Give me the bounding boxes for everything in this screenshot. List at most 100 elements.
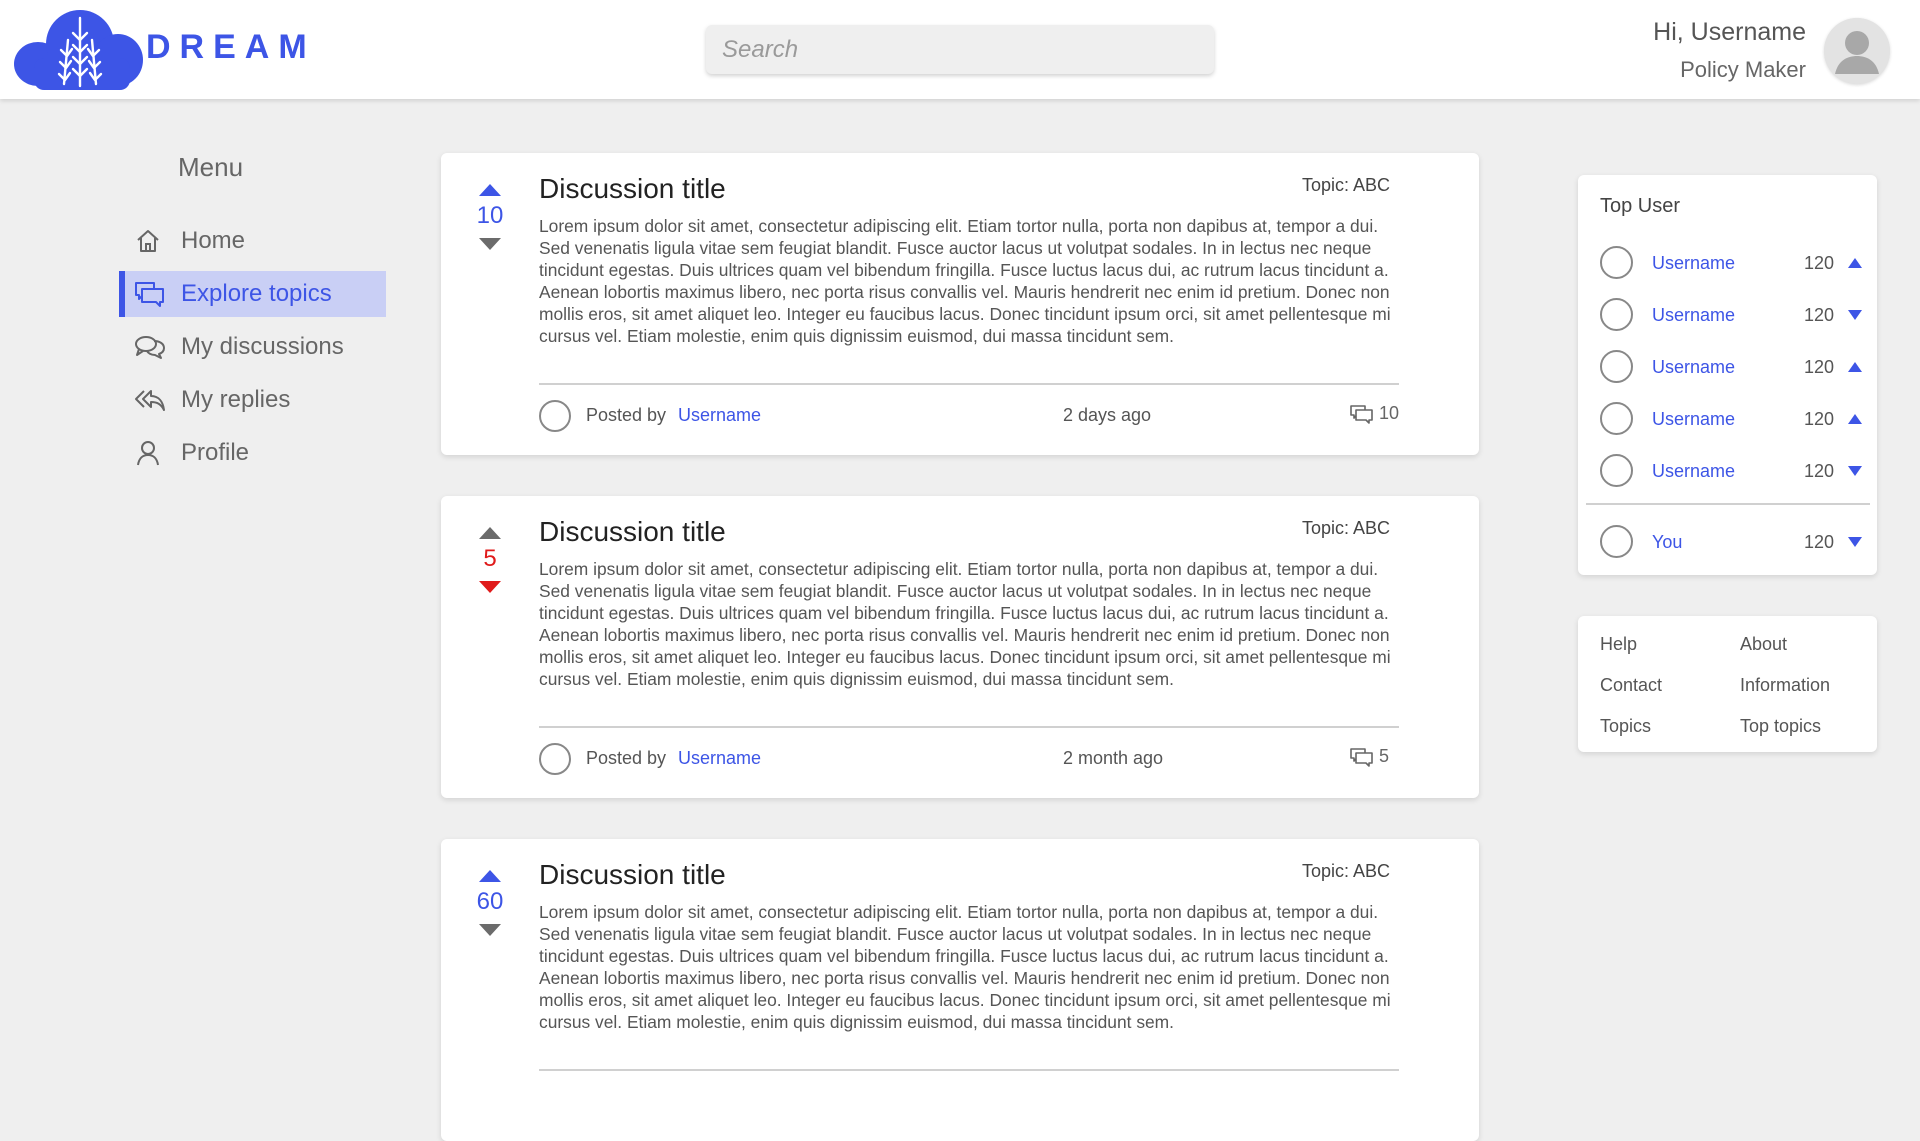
about-link[interactable]: About — [1740, 634, 1787, 655]
comment-count-button[interactable]: 5 — [1350, 746, 1389, 767]
divider — [1586, 503, 1870, 505]
sidebar-item-label: Explore topics — [181, 280, 332, 307]
sidebar-item-explore-topics[interactable]: Explore topics — [119, 271, 386, 317]
current-user-name[interactable]: You — [1652, 532, 1682, 553]
divider — [539, 1069, 1399, 1071]
top-user-row[interactable]: Username 120 — [1600, 298, 1862, 332]
sidebar-item-home[interactable]: Home — [119, 218, 386, 264]
vote-widget: 10 — [441, 183, 539, 251]
author-link[interactable]: Username — [678, 405, 761, 426]
upvote-arrow-icon[interactable] — [478, 526, 502, 540]
user-avatar — [1600, 525, 1633, 558]
comment-count-button[interactable]: 10 — [1350, 403, 1399, 424]
discussion-body: Lorem ipsum dolor sit amet, consectetur … — [539, 559, 1391, 689]
top-user-name[interactable]: Username — [1652, 357, 1735, 378]
footer-links-panel: Help About Contact Information Topics To… — [1578, 616, 1877, 752]
user-avatar — [1600, 246, 1633, 279]
trend-down-icon — [1848, 537, 1862, 547]
discussion-body: Lorem ipsum dolor sit amet, consectetur … — [539, 902, 1391, 1032]
person-icon — [134, 439, 166, 467]
cloud-wheat-logo-icon — [14, 10, 143, 90]
user-avatar — [1600, 350, 1633, 383]
author-avatar[interactable] — [539, 400, 571, 432]
discussion-title[interactable]: Discussion title — [539, 859, 726, 891]
downvote-arrow-icon[interactable] — [478, 580, 502, 594]
discussion-card[interactable]: 10 Discussion title Topic: ABC Lorem ips… — [441, 153, 1479, 455]
discussion-title[interactable]: Discussion title — [539, 173, 726, 205]
top-users-title: Top User — [1600, 195, 1681, 217]
top-user-score: 120 — [1804, 409, 1835, 429]
user-avatar[interactable] — [1824, 18, 1890, 84]
comment-count: 5 — [1379, 746, 1390, 766]
trend-up-icon — [1848, 258, 1862, 268]
top-user-name[interactable]: Username — [1652, 305, 1735, 326]
user-avatar — [1600, 298, 1633, 331]
trend-down-icon — [1848, 466, 1862, 476]
comment-icon — [1350, 404, 1373, 424]
dream-logo[interactable] — [14, 10, 144, 90]
sidebar-item-my-discussions[interactable]: My discussions — [119, 324, 386, 370]
vote-widget: 5 — [441, 526, 539, 594]
search-input[interactable] — [706, 25, 1214, 74]
topic-label[interactable]: Topic: ABC — [1302, 518, 1390, 539]
help-link[interactable]: Help — [1600, 634, 1637, 655]
home-icon — [134, 227, 166, 255]
topics-link[interactable]: Topics — [1600, 716, 1651, 737]
top-user-row[interactable]: Username 120 — [1600, 246, 1862, 280]
divider — [539, 383, 1399, 385]
discussion-title[interactable]: Discussion title — [539, 516, 726, 548]
user-avatar — [1600, 402, 1633, 435]
top-user-row[interactable]: Username 120 — [1600, 454, 1862, 488]
brand-name: DREAM — [146, 28, 316, 66]
top-user-score: 120 — [1804, 253, 1835, 273]
sidebar-item-label: Home — [181, 227, 246, 254]
conversation-icon — [134, 333, 166, 361]
chat-bubbles-icon — [134, 280, 166, 308]
downvote-arrow-icon[interactable] — [478, 237, 502, 251]
downvote-arrow-icon[interactable] — [478, 923, 502, 937]
sidebar-item-label: My replies — [181, 386, 291, 413]
user-greeting: Hi, Username — [1653, 18, 1806, 46]
author-avatar[interactable] — [539, 743, 571, 775]
user-avatar — [1600, 454, 1633, 487]
comment-count: 10 — [1379, 403, 1400, 423]
top-topics-link[interactable]: Top topics — [1740, 716, 1821, 737]
vote-count: 60 — [476, 888, 504, 915]
information-link[interactable]: Information — [1740, 675, 1830, 696]
sidebar-item-profile[interactable]: Profile — [119, 430, 386, 476]
sidebar-item-label: Profile — [181, 439, 250, 466]
discussion-card[interactable]: 60 Discussion title Topic: ABC Lorem ips… — [441, 839, 1479, 1141]
top-users-panel: Top User Username 120 Username 120 Usern… — [1578, 175, 1877, 575]
vote-count: 5 — [483, 545, 497, 572]
vote-widget: 60 — [441, 869, 539, 937]
trend-down-icon — [1848, 310, 1862, 320]
sidebar-item-my-replies[interactable]: My replies — [119, 377, 386, 423]
topic-label[interactable]: Topic: ABC — [1302, 175, 1390, 196]
current-user-score: 120 — [1804, 532, 1835, 552]
divider — [539, 726, 1399, 728]
contact-link[interactable]: Contact — [1600, 675, 1662, 696]
reply-all-icon — [134, 386, 166, 414]
top-header: DREAM Hi, Username Policy Maker — [0, 0, 1920, 99]
discussion-body: Lorem ipsum dolor sit amet, consectetur … — [539, 216, 1391, 346]
discussion-card[interactable]: 5 Discussion title Topic: ABC Lorem ipsu… — [441, 496, 1479, 798]
top-user-name[interactable]: Username — [1652, 461, 1735, 482]
top-user-name[interactable]: Username — [1652, 253, 1735, 274]
upvote-arrow-icon[interactable] — [478, 183, 502, 197]
vote-count: 10 — [476, 202, 504, 229]
post-time: 2 month ago — [1063, 748, 1164, 768]
user-silhouette-icon — [1824, 18, 1890, 84]
trend-up-icon — [1848, 362, 1862, 372]
top-user-row[interactable]: Username 120 — [1600, 402, 1862, 436]
top-user-name[interactable]: Username — [1652, 409, 1735, 430]
posted-by-label: Posted by — [586, 405, 667, 425]
sidebar-item-label: My discussions — [181, 333, 344, 360]
top-user-row[interactable]: Username 120 — [1600, 350, 1862, 384]
user-role: Policy Maker — [1680, 57, 1806, 82]
author-link[interactable]: Username — [678, 748, 761, 769]
upvote-arrow-icon[interactable] — [478, 869, 502, 883]
menu-title: Menu — [178, 152, 244, 182]
topic-label[interactable]: Topic: ABC — [1302, 861, 1390, 882]
current-user-row[interactable]: You 120 — [1600, 525, 1862, 559]
top-user-score: 120 — [1804, 461, 1835, 481]
